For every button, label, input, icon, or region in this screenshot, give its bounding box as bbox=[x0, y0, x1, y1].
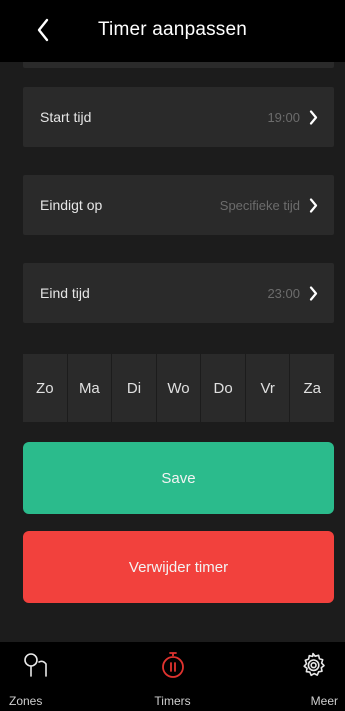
ends-on-label: Eindigt op bbox=[40, 197, 103, 213]
tab-zones[interactable]: Zones bbox=[0, 642, 115, 711]
page-title: Timer aanpassen bbox=[97, 19, 248, 40]
day-toggle-monday[interactable]: Ma bbox=[67, 354, 113, 422]
chevron-right-icon bbox=[309, 285, 318, 301]
end-time-value: 23:00 bbox=[267, 285, 300, 301]
delete-timer-button[interactable]: Verwijder timer bbox=[23, 531, 334, 603]
gear-icon bbox=[303, 652, 325, 677]
day-selector: Zo Ma Di Wo Do Vr Za bbox=[23, 354, 335, 422]
content-area: Start tijd 19:00 Eindigt op Specifieke t… bbox=[0, 62, 345, 642]
day-toggle-friday[interactable]: Vr bbox=[245, 354, 291, 422]
back-button[interactable] bbox=[28, 14, 58, 46]
timer-icon bbox=[161, 652, 184, 678]
start-time-value: 19:00 bbox=[267, 109, 300, 125]
timer-edit-screen: Timer aanpassen Start tijd 19:00 Eindigt… bbox=[0, 0, 345, 711]
chevron-right-icon bbox=[309, 197, 318, 213]
tab-bar: Zones Timers Meer bbox=[0, 642, 345, 711]
start-time-row[interactable]: Start tijd 19:00 bbox=[23, 87, 334, 147]
chevron-right-icon bbox=[309, 109, 318, 125]
ends-on-value: Specifieke tijd bbox=[219, 197, 300, 213]
ends-on-row[interactable]: Eindigt op Specifieke tijd bbox=[23, 175, 334, 235]
tab-timers[interactable]: Timers bbox=[115, 642, 230, 711]
day-toggle-sunday[interactable]: Zo bbox=[23, 354, 68, 422]
tab-meer-label: Meer bbox=[310, 694, 338, 708]
start-time-label: Start tijd bbox=[40, 109, 92, 125]
tab-meer[interactable]: Meer bbox=[230, 642, 345, 711]
day-toggle-saturday[interactable]: Za bbox=[290, 354, 335, 422]
day-toggle-thursday[interactable]: Do bbox=[201, 354, 246, 422]
end-time-row[interactable]: Eind tijd 23:00 bbox=[23, 263, 334, 323]
tab-timers-label: Timers bbox=[154, 694, 191, 708]
chevron-left-icon bbox=[37, 18, 49, 42]
end-time-label: Eind tijd bbox=[40, 285, 90, 301]
previous-card-partial bbox=[23, 62, 334, 68]
header-bar: Timer aanpassen bbox=[0, 0, 345, 62]
zones-pin-icon bbox=[24, 653, 47, 677]
save-button[interactable]: Save bbox=[23, 442, 334, 514]
day-toggle-wednesday[interactable]: Wo bbox=[156, 354, 202, 422]
tab-zones-label: Zones bbox=[9, 694, 43, 708]
day-toggle-tuesday[interactable]: Di bbox=[112, 354, 157, 422]
